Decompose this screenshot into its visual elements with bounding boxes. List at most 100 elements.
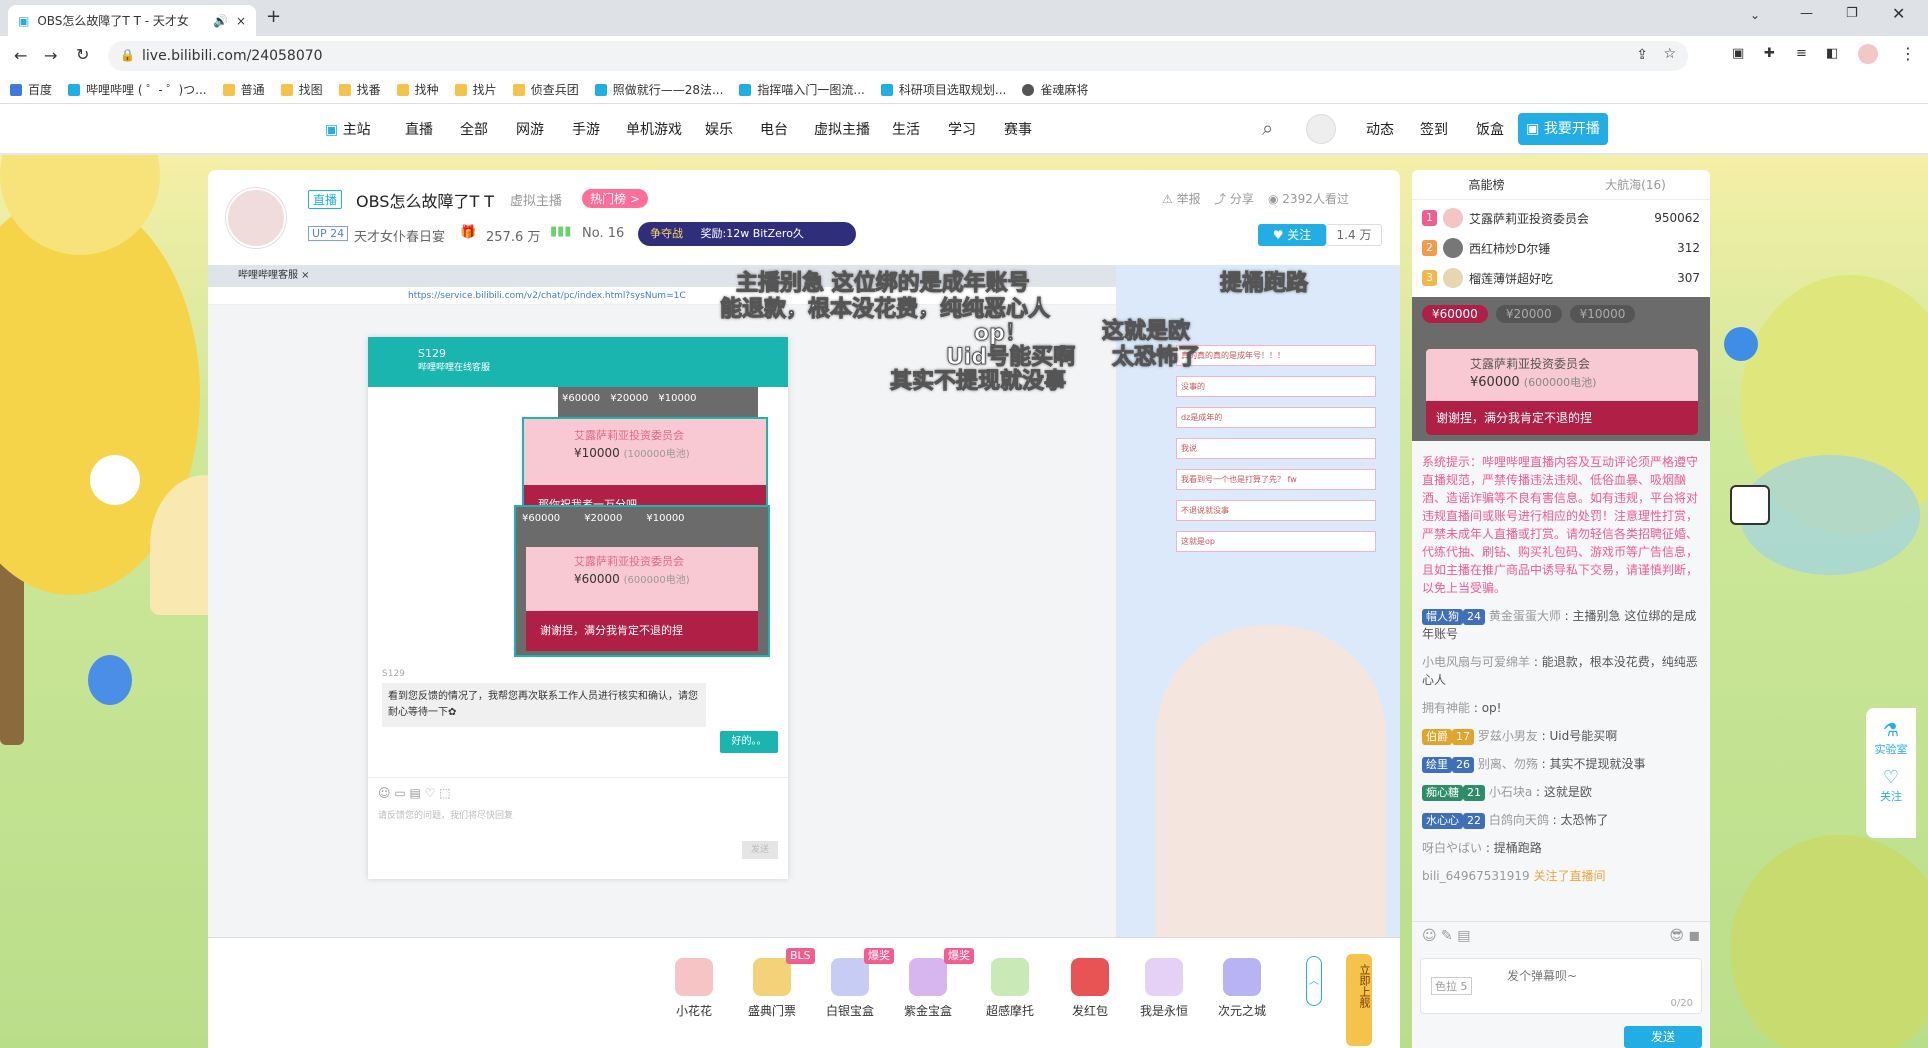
nav-dynamic[interactable]: 动态 xyxy=(1366,119,1394,139)
tab-search-icon[interactable]: ⌄ xyxy=(1750,8,1760,22)
bookmark-item[interactable]: 找图 xyxy=(280,81,323,98)
support-tool-icons[interactable]: ☺ ▭ ▤ ♡ ⬚ xyxy=(368,778,788,808)
gift-flower[interactable]: 小花花 xyxy=(664,958,724,1019)
profile-avatar[interactable] xyxy=(1858,44,1878,64)
tab-fleet[interactable]: 大航海(16) xyxy=(1561,170,1710,199)
chat-message: 水心心 22 白鸽向天鸽 : 太恐怖了 xyxy=(1422,811,1700,829)
emoji-icon: 😎 ◼ xyxy=(1669,928,1700,944)
gift-red-packet[interactable]: 发红包 xyxy=(1060,958,1120,1019)
gift-ticket[interactable]: 盛典门票 xyxy=(742,958,802,1019)
tab-energy-rank[interactable]: 高能榜 xyxy=(1412,170,1561,199)
bookmark-item[interactable]: 雀魂麻将 xyxy=(1022,81,1088,98)
menu-icon[interactable]: ⋮ xyxy=(1900,44,1916,63)
puzzle-icon[interactable]: ✚ xyxy=(1764,46,1775,61)
nav-all[interactable]: 全部 xyxy=(460,119,488,139)
gift-eternal[interactable]: 我是永恒 xyxy=(1134,958,1194,1019)
hot-rank-badge[interactable]: 热门榜 > xyxy=(582,189,648,208)
start-live-button[interactable]: ▣ 我要开播 xyxy=(1518,113,1608,145)
minimize-icon[interactable]: — xyxy=(1800,6,1813,21)
gift-silver-box[interactable]: 白银宝盒 xyxy=(820,958,880,1019)
bookmark-item[interactable]: 找片 xyxy=(454,81,497,98)
ticket-icon xyxy=(753,958,791,996)
super-chat-card[interactable]: 艾露萨莉亚投资委员会 ¥60000 (600000电池) 谢谢捏，满分我肯定不退… xyxy=(1426,349,1698,435)
url-field[interactable]: 🔒 live.bilibili.com/24058070 ⇪ ☆ xyxy=(108,41,1688,71)
extension-icon[interactable]: ▣ xyxy=(1732,46,1744,61)
bookmark-item[interactable]: 科研项目选取规划... xyxy=(880,81,1006,98)
room-title: OBS怎么故障了T T xyxy=(356,192,495,211)
sidepanel-icon[interactable]: ◧ xyxy=(1826,46,1838,61)
new-tab-icon[interactable]: + xyxy=(266,6,281,27)
bookmark-item[interactable]: 哔哩哔哩 ( ゜- ゜)つ... xyxy=(68,81,207,98)
back-icon[interactable]: ← xyxy=(14,46,27,65)
browser-tab[interactable]: ▣ OBS怎么故障了T T - 天才女 🔊 × xyxy=(8,5,256,36)
gift-gold-box[interactable]: 紫金宝盒 xyxy=(898,958,958,1019)
close-window-icon[interactable]: ✕ xyxy=(1892,4,1905,23)
room-category[interactable]: 虚拟主播 xyxy=(510,190,562,209)
rank-row[interactable]: 1 艾露萨莉亚投资委员会 950062 xyxy=(1422,206,1700,230)
danmaku-5: 其实不提现就没事 xyxy=(889,369,1067,395)
bookmark-item[interactable]: 普通 xyxy=(222,81,265,98)
nav-vtuber[interactable]: 虚拟主播 xyxy=(814,119,870,139)
sc-tier-active[interactable]: ¥60000 xyxy=(1422,305,1488,323)
share-link[interactable]: ⤴ 分享 xyxy=(1214,190,1254,207)
media-icon[interactable]: ≡ xyxy=(1796,46,1807,61)
chat-message: 呀白やばい : 提桶跑路 xyxy=(1422,841,1542,855)
nav-box[interactable]: 饭盒 xyxy=(1476,119,1504,139)
gift-motorbike[interactable]: 超感摩托 xyxy=(980,958,1040,1019)
report-link[interactable]: ⚠ 举报 xyxy=(1162,190,1201,207)
nav-home[interactable]: ▣ 主站 xyxy=(325,119,371,139)
bookmark-item[interactable]: 照做就行——28法... xyxy=(594,81,723,98)
bookmark-item[interactable]: 找番 xyxy=(338,81,381,98)
nav-online-games[interactable]: 网游 xyxy=(516,119,544,139)
warning-icon: ⚠ xyxy=(1162,192,1177,206)
sc-tier[interactable]: ¥10000 xyxy=(1569,305,1636,323)
danmaku-7: 太恐怖了 xyxy=(1111,345,1201,371)
nav-study[interactable]: 学习 xyxy=(948,119,976,139)
bookmark-item[interactable]: 指挥喵入门一图流... xyxy=(739,81,865,98)
sc-tier[interactable]: ¥20000 xyxy=(1495,305,1562,323)
tv-mascot xyxy=(1730,485,1770,525)
chat-message: 拥有神能 : op! xyxy=(1422,701,1502,715)
nav-mobile-games[interactable]: 手游 xyxy=(572,119,600,139)
chat-input[interactable]: 色拉 5 发个弹幕呗~ 0/20 xyxy=(1420,958,1702,1014)
maximize-icon[interactable]: ❐ xyxy=(1846,6,1858,21)
support-send-button[interactable]: 发送 xyxy=(742,841,778,859)
streamer-name[interactable]: 天才女仆春日宴 xyxy=(354,226,445,245)
lab-button[interactable]: ⚗ 实验室 xyxy=(1866,708,1916,757)
rank-row[interactable]: 3 榴莲薄饼超好吃 307 xyxy=(1422,266,1700,290)
user-avatar[interactable] xyxy=(1306,114,1336,144)
side-follow-button[interactable]: ♡ 关注 xyxy=(1866,757,1916,804)
close-tab-icon[interactable]: × xyxy=(236,14,246,28)
nav-live[interactable]: 直播 xyxy=(405,119,433,139)
gift-expand-button[interactable]: ︿ xyxy=(1306,956,1322,1006)
streamer-avatar[interactable] xyxy=(226,188,286,248)
color-badge[interactable]: 色拉 5 xyxy=(1431,977,1472,995)
video-player[interactable]: 哔哩哔哩客服 × https://service.bilibili.com/v2… xyxy=(208,265,1400,937)
reload-icon[interactable]: ↻ xyxy=(76,45,89,64)
bookmark-item[interactable]: 找种 xyxy=(396,81,439,98)
nav-radio[interactable]: 电台 xyxy=(760,119,788,139)
rank-row[interactable]: 2 西红柿炒D尔锤 312 xyxy=(1422,236,1700,260)
share-page-icon[interactable]: ⇪ xyxy=(1636,47,1648,63)
nav-events[interactable]: 赛事 xyxy=(1004,119,1032,139)
bookmark-item[interactable]: 百度 xyxy=(10,81,52,98)
bookmark-item[interactable]: 侦查兵团 xyxy=(512,81,579,98)
nav-single-games[interactable]: 单机游戏 xyxy=(626,119,682,139)
gift-icon: 🎁 xyxy=(460,225,477,240)
search-icon[interactable]: ⌕ xyxy=(1262,116,1273,140)
gift-city[interactable]: 次元之城 xyxy=(1212,958,1272,1019)
follow-button[interactable]: ♥ 关注 xyxy=(1258,224,1326,246)
support-input[interactable]: ☺ ▭ ▤ ♡ ⬚ 请反馈您的问题，我们将尽快回复 发送 xyxy=(368,777,788,879)
audio-icon[interactable]: 🔊 xyxy=(213,14,228,28)
chat-tool-icons[interactable]: ☺ ✎ ▤ 😎 ◼ xyxy=(1412,922,1710,950)
bookmark-star-icon[interactable]: ☆ xyxy=(1663,46,1676,62)
send-button[interactable]: 发送 xyxy=(1624,1026,1702,1048)
forward-icon[interactable]: → xyxy=(44,46,57,65)
gift-count: 257.6 万 xyxy=(486,230,541,245)
agent-sub: 哔哩哔哩在线客服 xyxy=(418,363,491,373)
nav-entertainment[interactable]: 娱乐 xyxy=(705,119,733,139)
board-ship-button[interactable]: 立即上舰 xyxy=(1346,954,1372,1046)
nav-life[interactable]: 生活 xyxy=(892,119,920,139)
event-banner[interactable]: 争夺战 奖励:12w BitZero久 xyxy=(638,222,856,246)
nav-checkin[interactable]: 签到 xyxy=(1420,119,1448,139)
